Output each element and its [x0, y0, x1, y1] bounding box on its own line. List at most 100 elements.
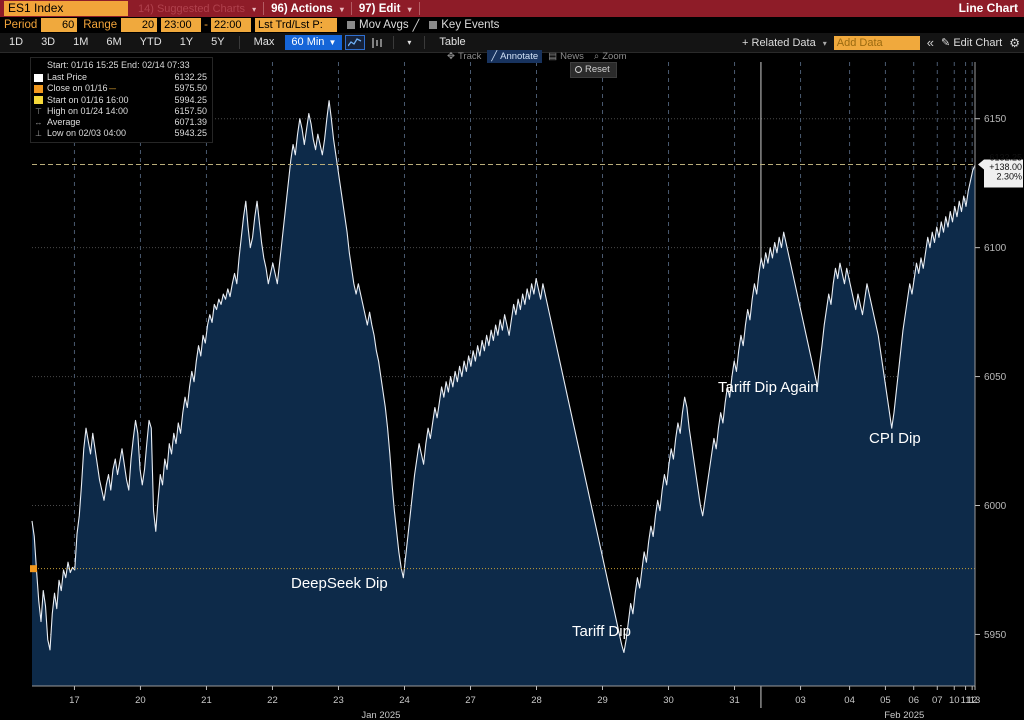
- zoom-icon: ⌕: [593, 51, 600, 62]
- legend-row: Start on 01/16 16:00 5994.25: [34, 95, 207, 106]
- annotate-label: Annotate: [500, 51, 539, 62]
- legend-series-value: 5943.25: [174, 128, 207, 139]
- divider: [418, 2, 420, 15]
- x-axis-tick-label: 29: [597, 695, 608, 706]
- track-tool[interactable]: ✥ Track: [443, 50, 485, 63]
- key-events-checkbox[interactable]: [429, 21, 438, 29]
- legend-row: Last Price 6132.25: [34, 72, 207, 83]
- tab-6m[interactable]: 6M: [97, 33, 130, 52]
- x-axis-tick-label: 22: [267, 695, 278, 706]
- x-axis-tick-label: 17: [69, 695, 80, 706]
- y-axis-tick-label: 6100: [984, 243, 1007, 254]
- edit-menu[interactable]: 97) Edit ▾: [359, 3, 412, 15]
- price-chart[interactable]: 6150 6100 6050 6000 5950 17 20 21 22 23 24 27 28 29 30…: [0, 52, 1024, 720]
- x-axis-tick-label: 23: [333, 695, 344, 706]
- edit-label: 97) Edit: [358, 2, 401, 15]
- add-data-input[interactable]: Add Data: [833, 35, 920, 50]
- legend-series-name: Low on 02/03 04:00: [47, 128, 127, 139]
- legend-series-value: 5994.25: [174, 94, 207, 105]
- gear-icon[interactable]: ⚙: [1009, 36, 1020, 50]
- period-input[interactable]: 60: [41, 18, 78, 32]
- chart-annotation[interactable]: DeepSeek Dip: [291, 575, 388, 592]
- tab-5y[interactable]: 5Y: [202, 33, 233, 52]
- time-end-input[interactable]: 22:00: [210, 18, 251, 32]
- tab-3d[interactable]: 3D: [32, 33, 64, 52]
- more-options-caret[interactable]: ▾: [399, 33, 419, 52]
- ticker-input[interactable]: ES1 Index: [4, 1, 128, 16]
- chart-annotation[interactable]: Tariff Dip Again: [718, 379, 819, 396]
- callout-line: 6132.25: [989, 152, 1022, 162]
- tab-ytd[interactable]: YTD: [131, 33, 171, 52]
- x-axis-tick-label: 04: [844, 695, 855, 706]
- news-icon: ▤: [548, 51, 558, 62]
- period-label: Period: [4, 19, 38, 31]
- mov-avgs-label: Mov Avgs: [358, 19, 409, 31]
- bar-chart-icon[interactable]: [367, 35, 387, 50]
- tab-1d[interactable]: 1D: [0, 33, 32, 52]
- zoom-label: Zoom: [602, 51, 627, 62]
- suggested-charts-label: 14) Suggested Charts: [138, 2, 246, 15]
- last-price-callout: 6132.25+138.002.30%: [978, 152, 1023, 188]
- bloomberg-chart-window: ES1 Index 14) Suggested Charts ▾ 96) Act…: [0, 0, 1024, 720]
- collapse-icon[interactable]: «: [927, 35, 934, 50]
- time-dash: -: [204, 19, 208, 31]
- divider: [350, 2, 352, 15]
- legend-glyph-icon: ⊤: [35, 106, 42, 116]
- price-source-select[interactable]: Lst Trd/Lst P:: [254, 18, 337, 32]
- x-axis-tick-label: 21: [201, 695, 212, 706]
- chart-annotation[interactable]: CPI Dip: [869, 430, 921, 447]
- right-toolbar: + Related Data ▾ Add Data « ✎ Edit Chart…: [735, 33, 1020, 52]
- related-data-button[interactable]: + Related Data ▾: [742, 37, 827, 49]
- actions-label: 96) Actions: [271, 2, 333, 15]
- divider: [263, 2, 265, 15]
- divider: [238, 36, 240, 49]
- x-axis-tick-label: 30: [663, 695, 674, 706]
- x-axis-tick-label: 31: [729, 695, 740, 706]
- x-axis-tick-label: 07: [932, 695, 943, 706]
- chart-type-title: Line Chart: [958, 1, 1018, 15]
- title-bar: ES1 Index 14) Suggested Charts ▾ 96) Act…: [0, 0, 1024, 17]
- x-axis-tick-label: 06: [908, 695, 919, 706]
- y-axis-tick-label: 6000: [984, 501, 1007, 512]
- x-axis-month-label-feb: Feb 2025: [884, 710, 924, 720]
- mov-avgs-checkbox[interactable]: [346, 21, 355, 29]
- callout-line: 2.30%: [996, 171, 1022, 181]
- period-settings-row: Period 60 Range 20 23:00 - 22:00 Lst Trd…: [0, 17, 1024, 33]
- chevron-down-icon: ▼: [328, 38, 337, 47]
- start-marker: [30, 565, 37, 573]
- suggested-charts-menu[interactable]: 14) Suggested Charts ▾: [138, 3, 256, 15]
- legend-swatch: [34, 73, 43, 82]
- track-icon: ✥: [447, 51, 455, 62]
- chart-annotation[interactable]: Tariff Dip: [572, 623, 631, 640]
- x-axis-tick-label: 20: [135, 695, 146, 706]
- line-chart-icon[interactable]: [345, 35, 366, 50]
- legend-series-name: Last Price: [47, 72, 88, 83]
- time-start-input[interactable]: 23:00: [161, 18, 202, 32]
- pencil-icon[interactable]: ╱: [413, 19, 420, 32]
- edit-chart-button[interactable]: ✎ Edit Chart: [941, 36, 1002, 49]
- range-label: Range: [83, 19, 118, 31]
- tab-1y[interactable]: 1Y: [171, 33, 202, 52]
- y-axis-tick-label: 5950: [984, 630, 1007, 641]
- x-axis-tick-label: 03: [795, 695, 806, 706]
- reset-button[interactable]: Reset: [570, 62, 617, 78]
- legend-range: Start: 01/16 15:25 End: 02/14 07:33: [47, 60, 190, 70]
- legend-swatch: [34, 96, 43, 105]
- annotate-tool[interactable]: ╱ Annotate: [487, 50, 543, 63]
- chevron-down-icon: ▾: [252, 4, 257, 14]
- legend-glyph-icon: ↔: [34, 118, 43, 128]
- legend-series-value: 5975.50: [174, 83, 207, 94]
- range-input[interactable]: 20: [121, 18, 158, 32]
- actions-menu[interactable]: 96) Actions ▾: [271, 3, 344, 15]
- y-axis-tick-label: 6050: [984, 372, 1007, 383]
- divider: [424, 36, 426, 49]
- reset-label: Reset: [585, 64, 610, 75]
- tab-max[interactable]: Max: [245, 33, 284, 52]
- legend-row: ⊥ Low on 02/03 04:00 5943.25: [34, 128, 207, 139]
- y-axis-tick-label: 6150: [984, 114, 1007, 125]
- tab-1m[interactable]: 1M: [64, 33, 97, 52]
- x-axis-tick-label: 28: [531, 695, 542, 706]
- legend-series-value: 6132.25: [174, 72, 207, 83]
- interval-select[interactable]: 60 Min ▼: [285, 35, 343, 50]
- x-axis-tick-label: 27: [465, 695, 476, 706]
